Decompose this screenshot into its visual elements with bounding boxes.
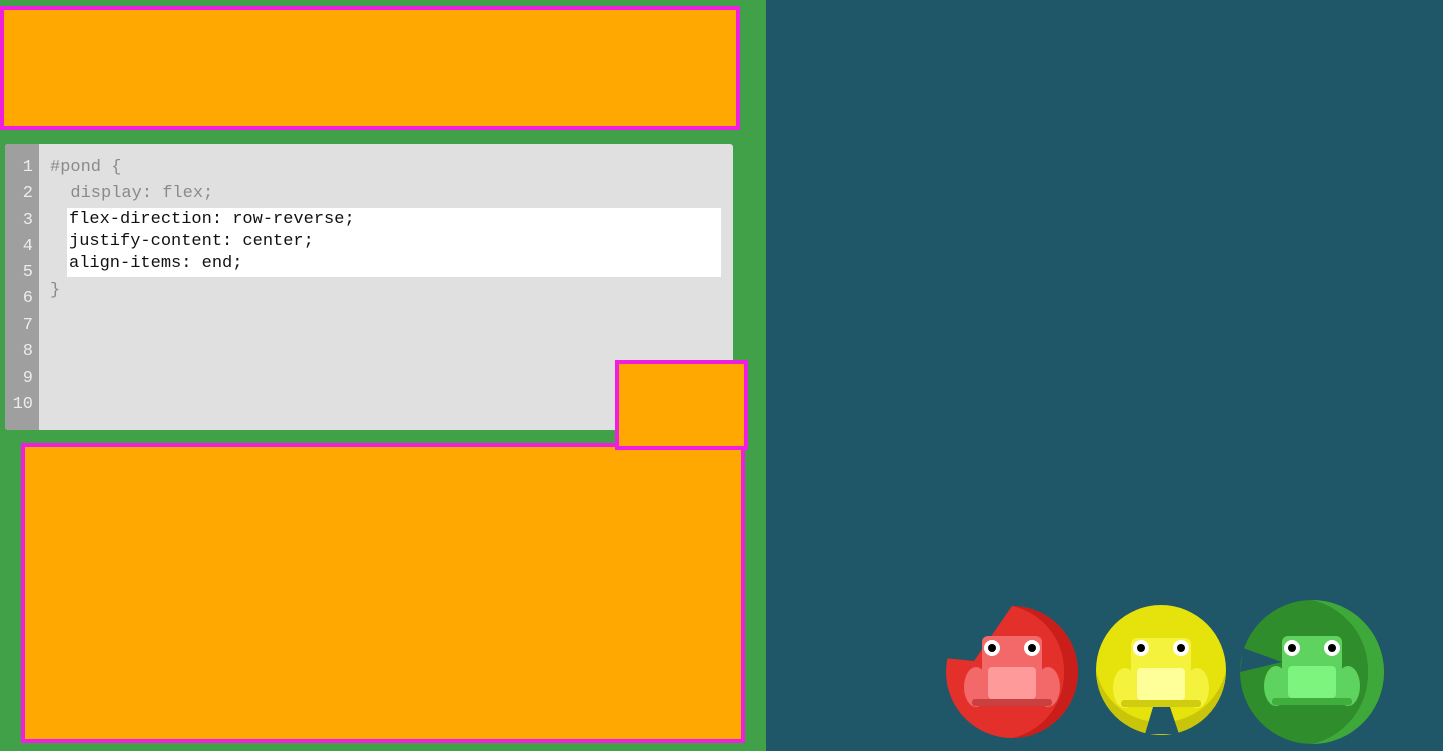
input-line-justify-content: justify-content: center; [69, 232, 314, 251]
code-selector-open: #pond { [50, 158, 122, 177]
yellow-frog-icon [1096, 605, 1226, 735]
code-close-brace: } [50, 281, 61, 300]
line-number: 2 [22, 184, 33, 203]
highlighted-region-top [0, 6, 740, 130]
red-frog-icon [944, 605, 1078, 738]
code-display-rule: display: flex; [50, 184, 214, 203]
line-number: 4 [22, 237, 33, 256]
green-frog-icon [1240, 600, 1384, 744]
css-input-field[interactable]: flex-direction: row-reverse; justify-con… [67, 208, 721, 277]
highlighted-region-small [615, 360, 748, 450]
line-number: 5 [22, 263, 33, 282]
line-number: 7 [22, 316, 33, 335]
line-number: 1 [22, 158, 33, 177]
input-line-align-items: align-items: end; [69, 254, 243, 273]
line-number-gutter: 1 2 3 4 5 6 7 8 9 10 [5, 144, 39, 430]
line-number: 9 [22, 369, 33, 388]
line-number: 3 [22, 211, 33, 230]
input-line-flex-direction: flex-direction: row-reverse; [69, 210, 355, 229]
sidebar: 1 2 3 4 5 6 7 8 9 10 #pond { display: fl… [0, 0, 766, 751]
highlighted-region-bottom [21, 443, 745, 743]
app: 1 2 3 4 5 6 7 8 9 10 #pond { display: fl… [0, 0, 1443, 751]
pond-board [766, 0, 1443, 751]
line-number: 10 [12, 395, 33, 414]
line-number: 6 [22, 289, 33, 308]
line-number: 8 [22, 342, 33, 361]
